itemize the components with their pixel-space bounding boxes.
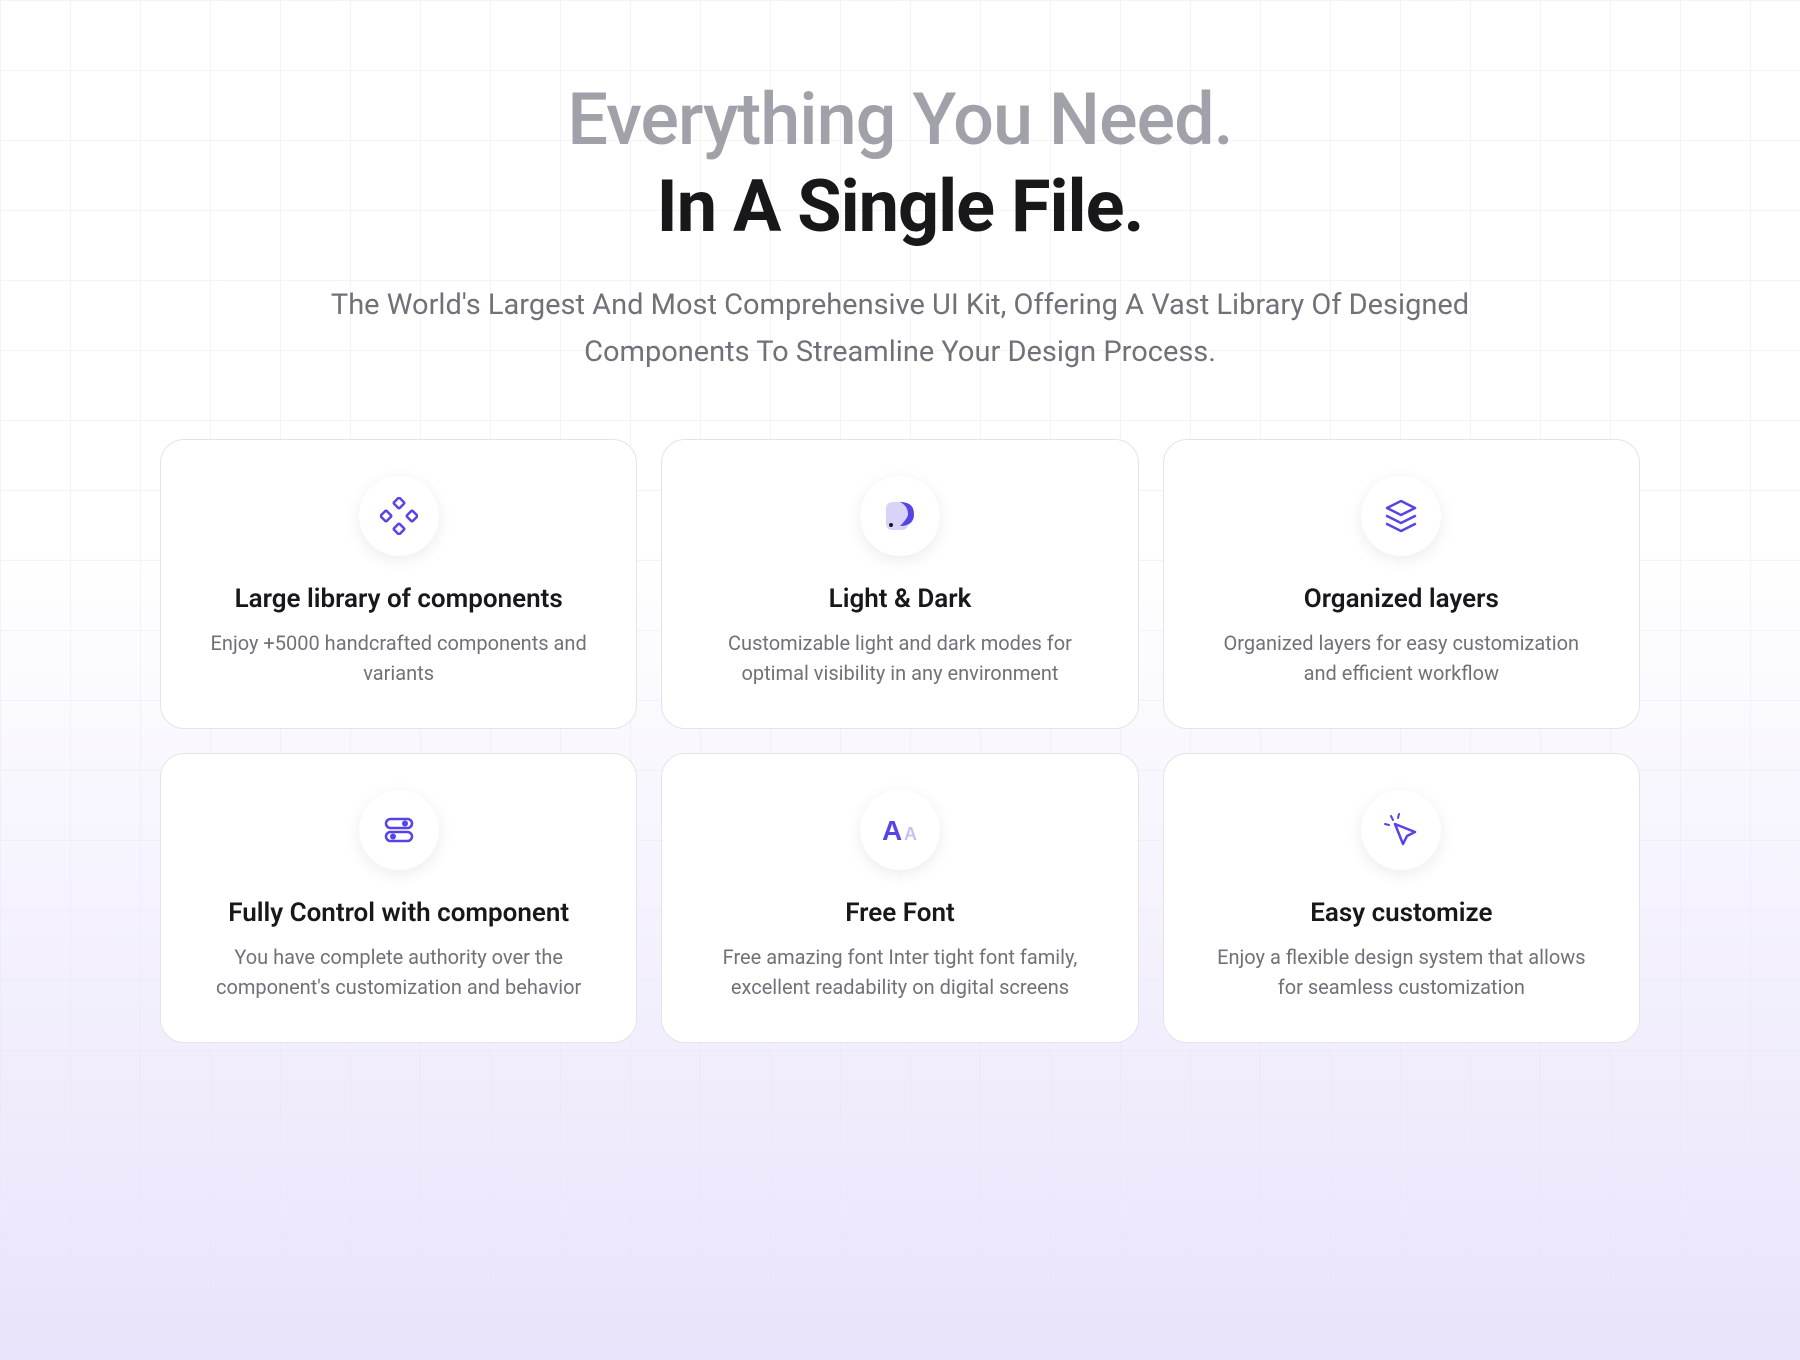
light-dark-icon	[860, 476, 940, 556]
features-grid: Large library of components Enjoy +5000 …	[140, 439, 1660, 1043]
svg-text:A: A	[904, 824, 917, 844]
feature-card-light-dark: Light & Dark Customizable light and dark…	[661, 439, 1138, 729]
feature-card-font: A A Free Font Free amazing font Inter ti…	[661, 753, 1138, 1043]
feature-card-customize: Easy customize Enjoy a flexible design s…	[1163, 753, 1640, 1043]
feature-description: Enjoy +5000 handcrafted components and v…	[209, 628, 589, 688]
feature-description: You have complete authority over the com…	[209, 942, 589, 1002]
sliders-icon	[359, 790, 439, 870]
feature-title: Light & Dark	[694, 584, 1105, 614]
components-icon	[359, 476, 439, 556]
feature-title: Large library of components	[193, 584, 604, 614]
font-icon: A A	[860, 790, 940, 870]
svg-text:A: A	[882, 815, 902, 846]
subheading: The World's Largest And Most Comprehensi…	[300, 282, 1500, 375]
page-container: Everything You Need. In A Single File. T…	[140, 80, 1660, 1043]
layers-icon	[1361, 476, 1441, 556]
heading-line1: Everything You Need.	[140, 80, 1660, 159]
feature-title: Organized layers	[1196, 584, 1607, 614]
feature-description: Customizable light and dark modes for op…	[710, 628, 1090, 688]
feature-title: Free Font	[694, 898, 1105, 928]
feature-description: Organized layers for easy customization …	[1211, 628, 1591, 688]
feature-description: Free amazing font Inter tight font famil…	[710, 942, 1090, 1002]
feature-card-components: Large library of components Enjoy +5000 …	[160, 439, 637, 729]
feature-card-control: Fully Control with component You have co…	[160, 753, 637, 1043]
cursor-icon	[1361, 790, 1441, 870]
feature-title: Fully Control with component	[193, 898, 604, 928]
feature-card-layers: Organized layers Organized layers for ea…	[1163, 439, 1640, 729]
feature-title: Easy customize	[1196, 898, 1607, 928]
feature-description: Enjoy a flexible design system that allo…	[1211, 942, 1591, 1002]
heading-line2: In A Single File.	[140, 167, 1660, 246]
